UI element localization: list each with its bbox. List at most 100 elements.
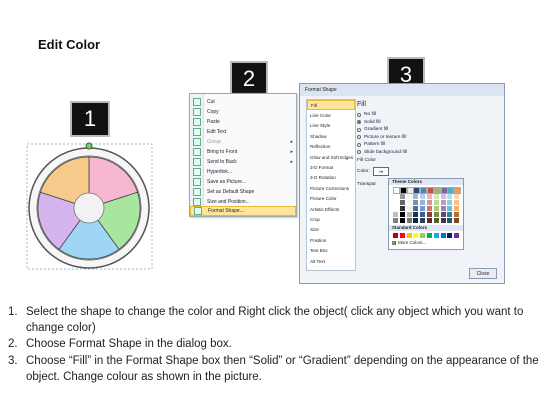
theme-swatch-shade[interactable]: [454, 218, 460, 223]
radio-button[interactable]: [357, 120, 361, 125]
menu-item[interactable]: Hyperlink...: [190, 167, 296, 177]
theme-swatch-shade[interactable]: [433, 206, 439, 211]
menu-item[interactable]: Paste: [190, 117, 296, 127]
category-item[interactable]: Line Color: [307, 110, 355, 120]
theme-swatch-shade[interactable]: [440, 194, 446, 199]
theme-swatch-shade[interactable]: [454, 206, 460, 211]
theme-swatch-shade[interactable]: [454, 200, 460, 205]
menu-item[interactable]: Copy: [190, 107, 296, 117]
fill-option[interactable]: No fill: [357, 111, 500, 119]
theme-swatch-shade[interactable]: [413, 200, 419, 205]
theme-swatch-shade[interactable]: [420, 206, 426, 211]
menu-item[interactable]: Cut: [190, 97, 296, 107]
category-item[interactable]: Picture Color: [307, 194, 355, 204]
theme-swatch-shade[interactable]: [433, 218, 439, 223]
fill-option[interactable]: Pattern fill: [357, 141, 500, 149]
radio-button[interactable]: [357, 135, 361, 140]
theme-swatch-shade[interactable]: [440, 212, 446, 217]
menu-item[interactable]: Save as Picture...: [190, 177, 296, 187]
standard-swatch[interactable]: [399, 233, 405, 238]
menu-item[interactable]: Format Shape...: [190, 206, 296, 216]
category-item[interactable]: Text Box: [307, 245, 355, 255]
pie-shape[interactable]: [24, 140, 159, 280]
theme-swatch-shade[interactable]: [427, 218, 432, 223]
theme-swatch-shade[interactable]: [420, 194, 426, 199]
radio-button[interactable]: [357, 142, 361, 147]
menu-item[interactable]: Send to Back ▸: [190, 157, 296, 167]
theme-swatch-shade[interactable]: [393, 200, 398, 205]
theme-swatch-shade[interactable]: [447, 206, 453, 211]
theme-swatch-shade[interactable]: [433, 194, 439, 199]
theme-swatch-shade[interactable]: [393, 206, 398, 211]
theme-swatch-shade[interactable]: [406, 200, 412, 205]
category-item[interactable]: Alt Text: [307, 256, 355, 266]
theme-swatch-shade[interactable]: [427, 194, 432, 199]
fill-option[interactable]: Solid fill: [357, 119, 500, 127]
standard-swatch[interactable]: [427, 233, 432, 238]
category-item[interactable]: Picture Corrections: [307, 183, 355, 193]
theme-swatch-shade[interactable]: [406, 212, 412, 217]
fill-option[interactable]: Slide background fill: [357, 149, 500, 157]
fill-option[interactable]: Gradient fill: [357, 126, 500, 134]
theme-swatch-shade[interactable]: [413, 212, 419, 217]
standard-swatch[interactable]: [393, 233, 398, 238]
theme-swatch-shade[interactable]: [420, 200, 426, 205]
category-item[interactable]: Size: [307, 225, 355, 235]
category-item[interactable]: Line Style: [307, 121, 355, 131]
theme-swatch-shade[interactable]: [393, 194, 398, 199]
theme-swatch-shade[interactable]: [427, 206, 432, 211]
theme-swatch-shade[interactable]: [454, 212, 460, 217]
category-item[interactable]: Fill: [307, 100, 355, 111]
category-item[interactable]: 3-D Format: [307, 162, 355, 172]
theme-swatch-shade[interactable]: [427, 200, 432, 205]
more-colors-item[interactable]: More Colors...: [392, 240, 426, 245]
theme-swatch-shade[interactable]: [433, 200, 439, 205]
standard-swatch[interactable]: [406, 233, 412, 238]
rotate-handle[interactable]: [85, 142, 93, 150]
radio-button[interactable]: [357, 112, 361, 117]
theme-swatch-shade[interactable]: [393, 212, 398, 217]
category-item[interactable]: Shadow: [307, 131, 355, 141]
theme-swatch-shade[interactable]: [447, 194, 453, 199]
theme-swatch-shade[interactable]: [433, 212, 439, 217]
theme-swatch-shade[interactable]: [447, 200, 453, 205]
standard-swatch[interactable]: [413, 233, 419, 238]
theme-swatch-shade[interactable]: [406, 206, 412, 211]
theme-swatch-shade[interactable]: [399, 194, 405, 199]
standard-swatch[interactable]: [447, 233, 453, 238]
theme-swatch-shade[interactable]: [413, 194, 419, 199]
theme-swatch-shade[interactable]: [427, 212, 432, 217]
menu-item[interactable]: Bring to Front ▸: [190, 147, 296, 157]
theme-swatch-shade[interactable]: [399, 206, 405, 211]
theme-swatch-shade[interactable]: [440, 218, 446, 223]
theme-swatch[interactable]: [454, 187, 462, 194]
theme-swatch-shade[interactable]: [413, 218, 419, 223]
theme-swatch-shade[interactable]: [440, 206, 446, 211]
theme-swatch-shade[interactable]: [393, 218, 398, 223]
fill-option[interactable]: Picture or texture fill: [357, 134, 500, 142]
category-item[interactable]: Position: [307, 235, 355, 245]
radio-button[interactable]: [357, 150, 361, 155]
category-item[interactable]: Reflection: [307, 142, 355, 152]
theme-swatch-shade[interactable]: [447, 212, 453, 217]
theme-swatch-shade[interactable]: [406, 194, 412, 199]
menu-item[interactable]: Group ▸: [190, 137, 296, 147]
menu-item[interactable]: Set as Default Shape: [190, 187, 296, 197]
menu-item[interactable]: Edit Text: [190, 127, 296, 137]
standard-swatch[interactable]: [433, 233, 439, 238]
theme-swatch-shade[interactable]: [420, 212, 426, 217]
theme-swatch-shade[interactable]: [399, 200, 405, 205]
color-picker-button[interactable]: ◊▾: [373, 167, 389, 176]
theme-swatch-shade[interactable]: [399, 218, 405, 223]
standard-swatch[interactable]: [454, 233, 460, 238]
standard-swatch[interactable]: [440, 233, 446, 238]
theme-swatch-shade[interactable]: [420, 218, 426, 223]
close-button[interactable]: Close: [469, 268, 497, 279]
theme-swatch-shade[interactable]: [454, 194, 460, 199]
theme-swatch-shade[interactable]: [413, 206, 419, 211]
category-item[interactable]: 3-D Rotation: [307, 173, 355, 183]
standard-swatch[interactable]: [420, 233, 426, 238]
category-item[interactable]: Artistic Effects: [307, 204, 355, 214]
theme-swatch-shade[interactable]: [440, 200, 446, 205]
theme-swatch-shade[interactable]: [399, 212, 405, 217]
